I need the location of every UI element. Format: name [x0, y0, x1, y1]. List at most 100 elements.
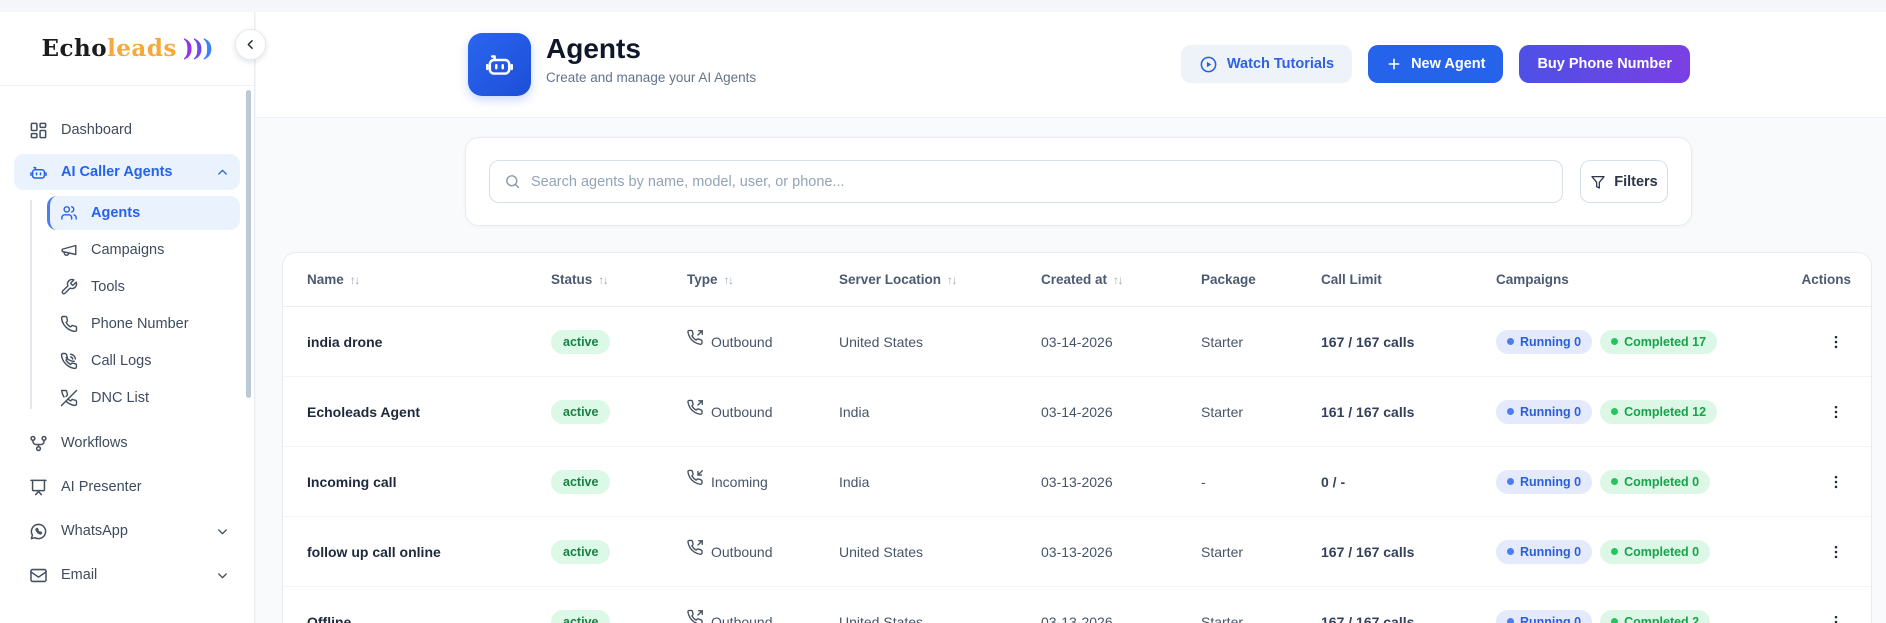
column-header-type[interactable]: Type ↑↓ [687, 272, 839, 287]
phone-icon [60, 315, 78, 333]
chevron-left-icon [243, 37, 258, 52]
sidebar-item-ai-caller-agents[interactable]: AI Caller Agents [14, 154, 240, 190]
status-cell: active [551, 399, 687, 424]
search-box [489, 160, 1563, 203]
brand-name-echo: Echo [41, 35, 108, 62]
new-agent-button[interactable]: New Agent [1368, 45, 1504, 83]
status-dot-icon [1611, 338, 1619, 345]
page-subtitle: Create and manage your AI Agents [546, 70, 757, 86]
sidebar-item-phone-number[interactable]: Phone Number [47, 307, 240, 341]
kebab-menu-icon [1827, 333, 1845, 351]
row-actions-menu-button[interactable] [1821, 325, 1851, 359]
phone-outgoing-icon [687, 329, 704, 346]
agent-name-cell: follow up call online [307, 543, 441, 560]
type-cell: Outbound [687, 329, 839, 350]
filters-button[interactable]: Filters [1580, 160, 1668, 203]
status-cell: active [551, 609, 687, 623]
sidebar-collapse-button[interactable] [235, 29, 266, 60]
sidebar-item-dashboard[interactable]: Dashboard [14, 110, 240, 150]
completed-campaigns-pill: Completed 12 [1600, 399, 1718, 424]
column-header-status[interactable]: Status ↑↓ [551, 272, 687, 287]
column-header-name[interactable]: Name ↑↓ [307, 272, 551, 287]
page: Echo leads ))) Dashboard AI Caller Agents [0, 0, 1886, 623]
sidebar-item-call-logs[interactable]: Call Logs [47, 344, 240, 378]
table-row: Offline active Outbound United States 03-13-… [283, 587, 1871, 623]
sidebar-item-label: Workflows [61, 435, 128, 451]
sidebar-item-dnc-list[interactable]: DNC List [47, 381, 240, 415]
campaigns-cell: Running 0 Completed 0 [1496, 539, 1794, 564]
column-label: Created at [1041, 272, 1108, 287]
status-cell: active [551, 539, 687, 564]
phone-off-icon [60, 389, 78, 407]
sidebar-item-email[interactable]: Email [14, 553, 240, 597]
campaigns-cell: Running 0 Completed 17 [1496, 329, 1794, 354]
column-header-actions: Actions [1801, 272, 1851, 287]
sidebar-item-ai-presenter[interactable]: AI Presenter [14, 465, 240, 509]
row-actions-menu-button[interactable] [1821, 465, 1851, 499]
call-limit-cell: 167 / 167 calls [1321, 333, 1415, 350]
search-card: Filters [465, 137, 1692, 226]
package-cell: Starter [1201, 543, 1244, 560]
phone-outgoing-icon [687, 539, 704, 556]
sidebar-item-label: Phone Number [91, 316, 189, 332]
whatsapp-icon [29, 522, 48, 541]
sidebar-item-label: AI Caller Agents [61, 164, 173, 180]
package-cell: Starter [1201, 613, 1244, 623]
sidebar-item-label: Dashboard [61, 122, 132, 138]
sort-arrows-icon: ↑↓ [947, 272, 958, 287]
sidebar-item-label: Email [61, 567, 98, 583]
created-at-cell: 03-14-2026 [1041, 403, 1113, 420]
server-location-cell: India [839, 473, 870, 490]
column-header-call-limit: Call Limit [1321, 272, 1496, 287]
submenu-guide-line [30, 200, 32, 409]
sidebar-item-label: Tools [91, 279, 125, 295]
status-badge: active [551, 609, 611, 623]
package-cell: Starter [1201, 333, 1244, 350]
created-at-cell: 03-14-2026 [1041, 333, 1113, 350]
sidebar-item-workflows[interactable]: Workflows [14, 421, 240, 465]
sidebar-item-tools[interactable]: Tools [47, 270, 240, 304]
row-actions-menu-button[interactable] [1821, 535, 1851, 569]
watch-tutorials-button[interactable]: Watch Tutorials [1180, 45, 1353, 83]
column-header-created-at[interactable]: Created at ↑↓ [1041, 272, 1201, 287]
mail-icon [29, 566, 48, 585]
column-label: Server Location [839, 272, 942, 287]
status-badge: active [551, 399, 611, 424]
column-header-server-location[interactable]: Server Location ↑↓ [839, 272, 1041, 287]
sidebar-scrollbar-thumb[interactable] [246, 90, 251, 398]
row-actions-menu-button[interactable] [1821, 395, 1851, 429]
dashboard-grid-icon [29, 121, 48, 140]
page-title: Agents [546, 33, 641, 64]
call-limit-cell: 161 / 167 calls [1321, 403, 1415, 420]
sidebar-item-campaigns[interactable]: Campaigns [47, 233, 240, 267]
row-actions-menu-button[interactable] [1821, 605, 1851, 623]
server-location-cell: United States [839, 333, 924, 350]
column-label: Status [551, 272, 593, 287]
kebab-menu-icon [1827, 473, 1845, 491]
table-row: Incoming call active Incoming India 03-13-20… [283, 447, 1871, 517]
call-limit-cell: 167 / 167 calls [1321, 543, 1415, 560]
type-label: Outbound [711, 403, 773, 420]
sort-arrows-icon: ↑↓ [723, 272, 735, 287]
search-input[interactable] [531, 173, 1548, 190]
robot-icon [29, 163, 48, 182]
buy-phone-number-button[interactable]: Buy Phone Number [1519, 45, 1690, 83]
created-at-cell: 03-13-2026 [1041, 543, 1113, 560]
status-dot-icon [1507, 548, 1514, 555]
sidebar-item-whatsapp[interactable]: WhatsApp [14, 509, 240, 553]
table-body: india drone active Outbound United States 03… [283, 307, 1871, 623]
agent-name-cell: Echoleads Agent [307, 403, 421, 420]
campaigns-cell: Running 0 Completed 2 [1496, 609, 1794, 623]
server-location-cell: India [839, 403, 870, 420]
ai-caller-submenu: Agents Campaigns Tools Phone Number Call… [14, 196, 240, 415]
sidebar-item-agents[interactable]: Agents [47, 196, 240, 230]
column-header-package: Package [1201, 272, 1321, 287]
column-label: Actions [1801, 272, 1851, 287]
status-dot-icon [1611, 548, 1619, 555]
column-label: Name [307, 272, 344, 287]
brand-logo[interactable]: Echo leads ))) [0, 12, 254, 86]
sort-arrows-icon: ↑↓ [598, 272, 609, 287]
table-header-row: Name ↑↓ Status ↑↓ Type ↑↓ Server Location ↑↓ Cre… [283, 253, 1871, 307]
status-cell: active [551, 329, 687, 354]
running-campaigns-pill: Running 0 [1496, 609, 1593, 623]
